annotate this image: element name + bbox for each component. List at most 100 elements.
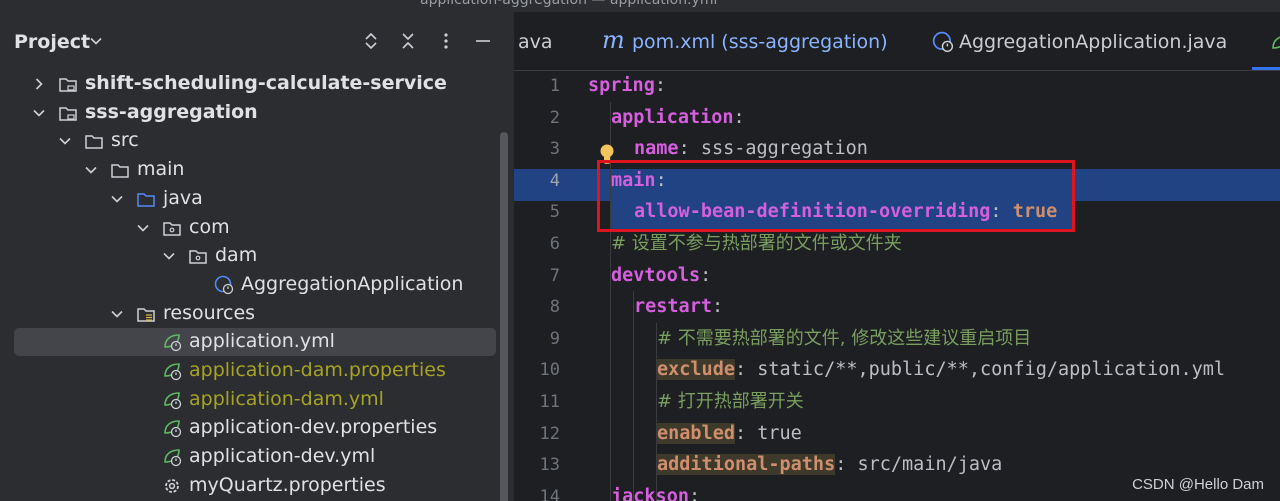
line-number: 14: [539, 486, 560, 501]
window-title-bar: application-aggregation — application.ym…: [0, 0, 1280, 12]
line-number: 11: [539, 392, 560, 412]
tree-item-package[interactable]: dam: [14, 242, 496, 270]
line-number: 9: [549, 328, 560, 349]
chevron-down-icon[interactable]: [110, 192, 124, 206]
tree-item-folder[interactable]: main: [14, 156, 496, 184]
maven-icon: m: [602, 26, 625, 54]
chevron-right-icon[interactable]: [32, 77, 46, 91]
spring-leaf-icon: [164, 449, 182, 467]
tree-item-label: application-dev.yml: [189, 445, 376, 468]
code-area[interactable]: spring: application: name: sss-aggregati…: [514, 70, 1280, 501]
tree-item-config-file[interactable]: application-dam.properties: [14, 357, 496, 385]
chevron-down-icon[interactable]: [162, 249, 176, 263]
code-line: enabled: true: [657, 422, 802, 444]
line-number: 13: [539, 455, 560, 476]
code-line: spring:: [588, 75, 666, 96]
code-comment: # 打开热部署开关: [657, 391, 804, 412]
line-number: 4: [549, 170, 560, 191]
tree-item-label: myQuartz.properties: [189, 473, 386, 496]
tree-item-label: application-dam.properties: [189, 359, 446, 381]
hide-panel-icon[interactable]: [471, 29, 495, 53]
tree-item-module[interactable]: sss-aggregation: [14, 99, 496, 127]
spring-leaf-icon: [164, 363, 182, 381]
gear-icon: [165, 478, 179, 493]
module-folder-icon: [59, 106, 77, 121]
line-number: 12: [539, 423, 560, 444]
tree-item-source-folder[interactable]: java: [14, 185, 496, 213]
line-number: 7: [549, 265, 560, 286]
chevron-down-icon[interactable]: [110, 307, 124, 321]
folder-icon: [111, 164, 129, 178]
tab-application-yml[interactable]: [1254, 12, 1280, 70]
tree-item-label: application-dam.yml: [189, 387, 384, 410]
code-line: application:: [611, 106, 745, 128]
line-number: 5: [549, 202, 560, 223]
spring-leaf-icon: [164, 391, 182, 409]
package-icon: [163, 221, 181, 236]
tree-item-label: shift-scheduling-calculate-service: [85, 72, 447, 94]
spring-class-icon: [932, 31, 954, 53]
tree-item-config-file[interactable]: application-dev.yml: [14, 443, 496, 471]
collapse-all-icon[interactable]: [396, 29, 420, 53]
code-comment: # 不需要热部署的文件, 修改这些建议重启项目: [657, 327, 1032, 349]
tree-item-label: java: [163, 186, 203, 209]
tree-item-label: com: [189, 215, 230, 238]
tab-label: AggregationApplication.java: [959, 31, 1228, 53]
tree-scrollbar[interactable]: [500, 132, 508, 501]
tree-item-label: dam: [215, 244, 258, 267]
spring-class-icon: [214, 275, 234, 295]
code-line: jackson:: [611, 485, 701, 501]
chevron-down-icon[interactable]: [84, 163, 98, 177]
tree-item-label: sss-aggregation: [85, 100, 258, 123]
options-menu-icon[interactable]: [434, 29, 458, 53]
tree-item-label: application.yml: [189, 330, 335, 353]
line-number: 1: [549, 76, 560, 96]
tree-item-config-file[interactable]: application.yml: [14, 328, 496, 357]
tree-item-module[interactable]: shift-scheduling-calculate-service: [14, 70, 496, 98]
window-title: application-aggregation — application.ym…: [420, 0, 718, 8]
line-number: 6: [549, 234, 560, 254]
spring-leaf-icon: [164, 334, 182, 352]
tree-item-class[interactable]: AggregationApplication: [14, 271, 496, 299]
project-panel-header: Project: [0, 12, 514, 70]
tree-item-package[interactable]: com: [14, 214, 496, 242]
package-icon: [189, 250, 207, 264]
watermark: CSDN @Hello Dam: [1132, 476, 1264, 493]
tab-label: pom.xml (sss-aggregation): [632, 31, 888, 53]
chevron-down-icon[interactable]: [136, 221, 150, 235]
code-line: restart:: [634, 296, 724, 318]
code-line: additional-paths: src/main/java: [657, 454, 1003, 476]
chevron-down-icon[interactable]: [58, 134, 72, 148]
tree-item-config-file[interactable]: application-dev.properties: [14, 414, 496, 442]
editor-tabs: ava m pom.xml (sss-aggregation) Aggregat…: [514, 12, 1280, 71]
line-number: 8: [549, 297, 560, 318]
tree-item-label: src: [111, 129, 139, 152]
tree-item-resources-folder[interactable]: resources: [14, 300, 496, 328]
tree-item-config-file[interactable]: application-dam.yml: [14, 386, 496, 414]
source-folder-icon: [137, 193, 155, 207]
tree-item-properties-file[interactable]: myQuartz.properties: [14, 472, 496, 500]
tree-item-label: resources: [163, 301, 256, 324]
code-line: devtools:: [611, 264, 712, 286]
folder-icon: [85, 135, 103, 150]
line-number: 10: [539, 360, 560, 381]
tree-item-folder[interactable]: src: [14, 127, 496, 155]
expand-collapse-icon[interactable]: [359, 29, 383, 53]
tree-item-label: main: [137, 158, 185, 181]
code-line: exclude: static/**,public/**,config/appl…: [657, 359, 1226, 381]
tree-item-label: application-dev.properties: [189, 416, 438, 439]
annotation-highlight-box: [597, 160, 1075, 232]
module-folder-icon: [59, 78, 77, 92]
editor: ava m pom.xml (sss-aggregation) Aggregat…: [514, 12, 1280, 501]
resources-folder-icon: [137, 307, 155, 322]
tab-label: ava: [518, 31, 553, 53]
chevron-down-icon[interactable]: [32, 106, 46, 120]
spring-leaf-icon: [1272, 36, 1280, 49]
chevron-down-icon[interactable]: [89, 34, 103, 48]
line-number: 2: [549, 107, 560, 128]
code-comment: # 设置不参与热部署的文件或文件夹: [611, 233, 902, 254]
project-panel: Project shift-scheduling-calculate-servi…: [0, 12, 514, 501]
project-panel-title[interactable]: Project: [14, 31, 90, 53]
line-number-gutter: 1 2 3 4 5 6 7 8 9 10 11 12 13 14: [514, 70, 580, 501]
spring-leaf-icon: [164, 420, 182, 438]
